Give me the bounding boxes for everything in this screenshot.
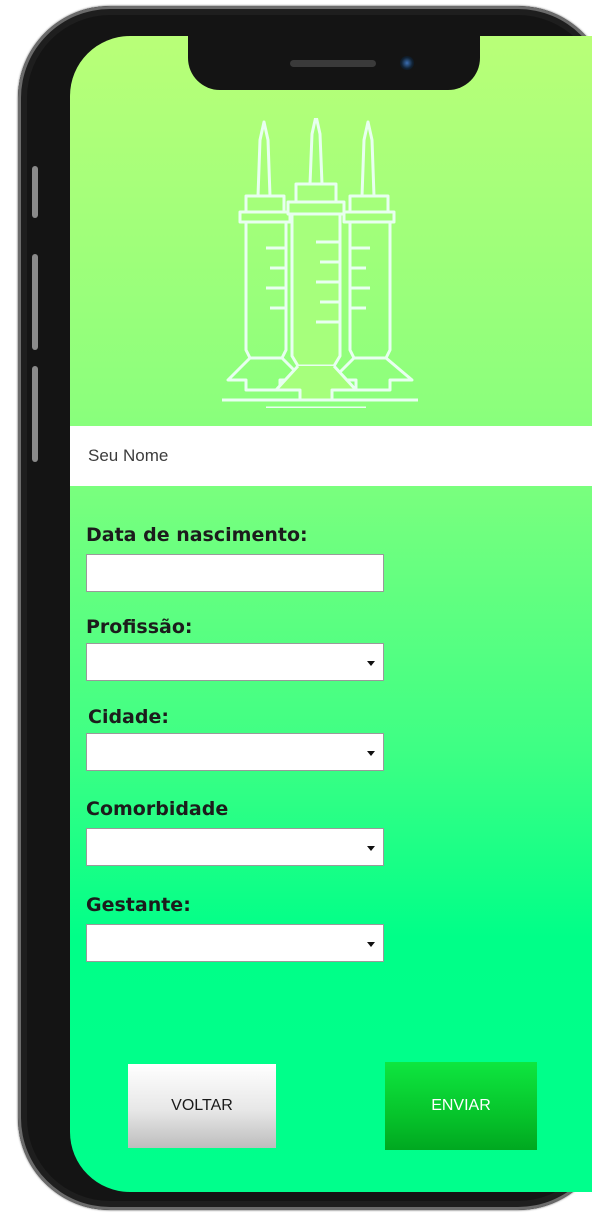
- birthdate-label: Data de nascimento:: [86, 524, 308, 546]
- front-camera: [400, 56, 414, 70]
- syringes-icon: [222, 118, 418, 408]
- name-input[interactable]: [70, 426, 592, 486]
- volume-down-button: [32, 366, 38, 462]
- profession-select[interactable]: [86, 643, 384, 681]
- caret-down-icon: [367, 846, 375, 851]
- volume-up-button: [32, 254, 38, 350]
- caret-down-icon: [367, 661, 375, 666]
- caret-down-icon: [367, 751, 375, 756]
- profession-label: Profissão:: [86, 616, 193, 638]
- app-screen: Data de nascimento: Profissão: Cidade: C…: [70, 36, 592, 1192]
- pregnant-select[interactable]: [86, 924, 384, 962]
- phone-frame: Data de nascimento: Profissão: Cidade: C…: [18, 6, 592, 1210]
- birthdate-input[interactable]: [86, 554, 384, 592]
- mute-switch: [32, 166, 38, 218]
- city-select[interactable]: [86, 733, 384, 771]
- send-button[interactable]: ENVIAR: [385, 1062, 537, 1150]
- comorbidity-label: Comorbidade: [86, 798, 229, 820]
- phone-notch: [188, 36, 480, 90]
- comorbidity-select[interactable]: [86, 828, 384, 866]
- pregnant-label: Gestante:: [86, 894, 191, 916]
- speaker-grille: [290, 60, 376, 67]
- city-label: Cidade:: [88, 706, 169, 728]
- caret-down-icon: [367, 942, 375, 947]
- back-button[interactable]: VOLTAR: [128, 1064, 276, 1148]
